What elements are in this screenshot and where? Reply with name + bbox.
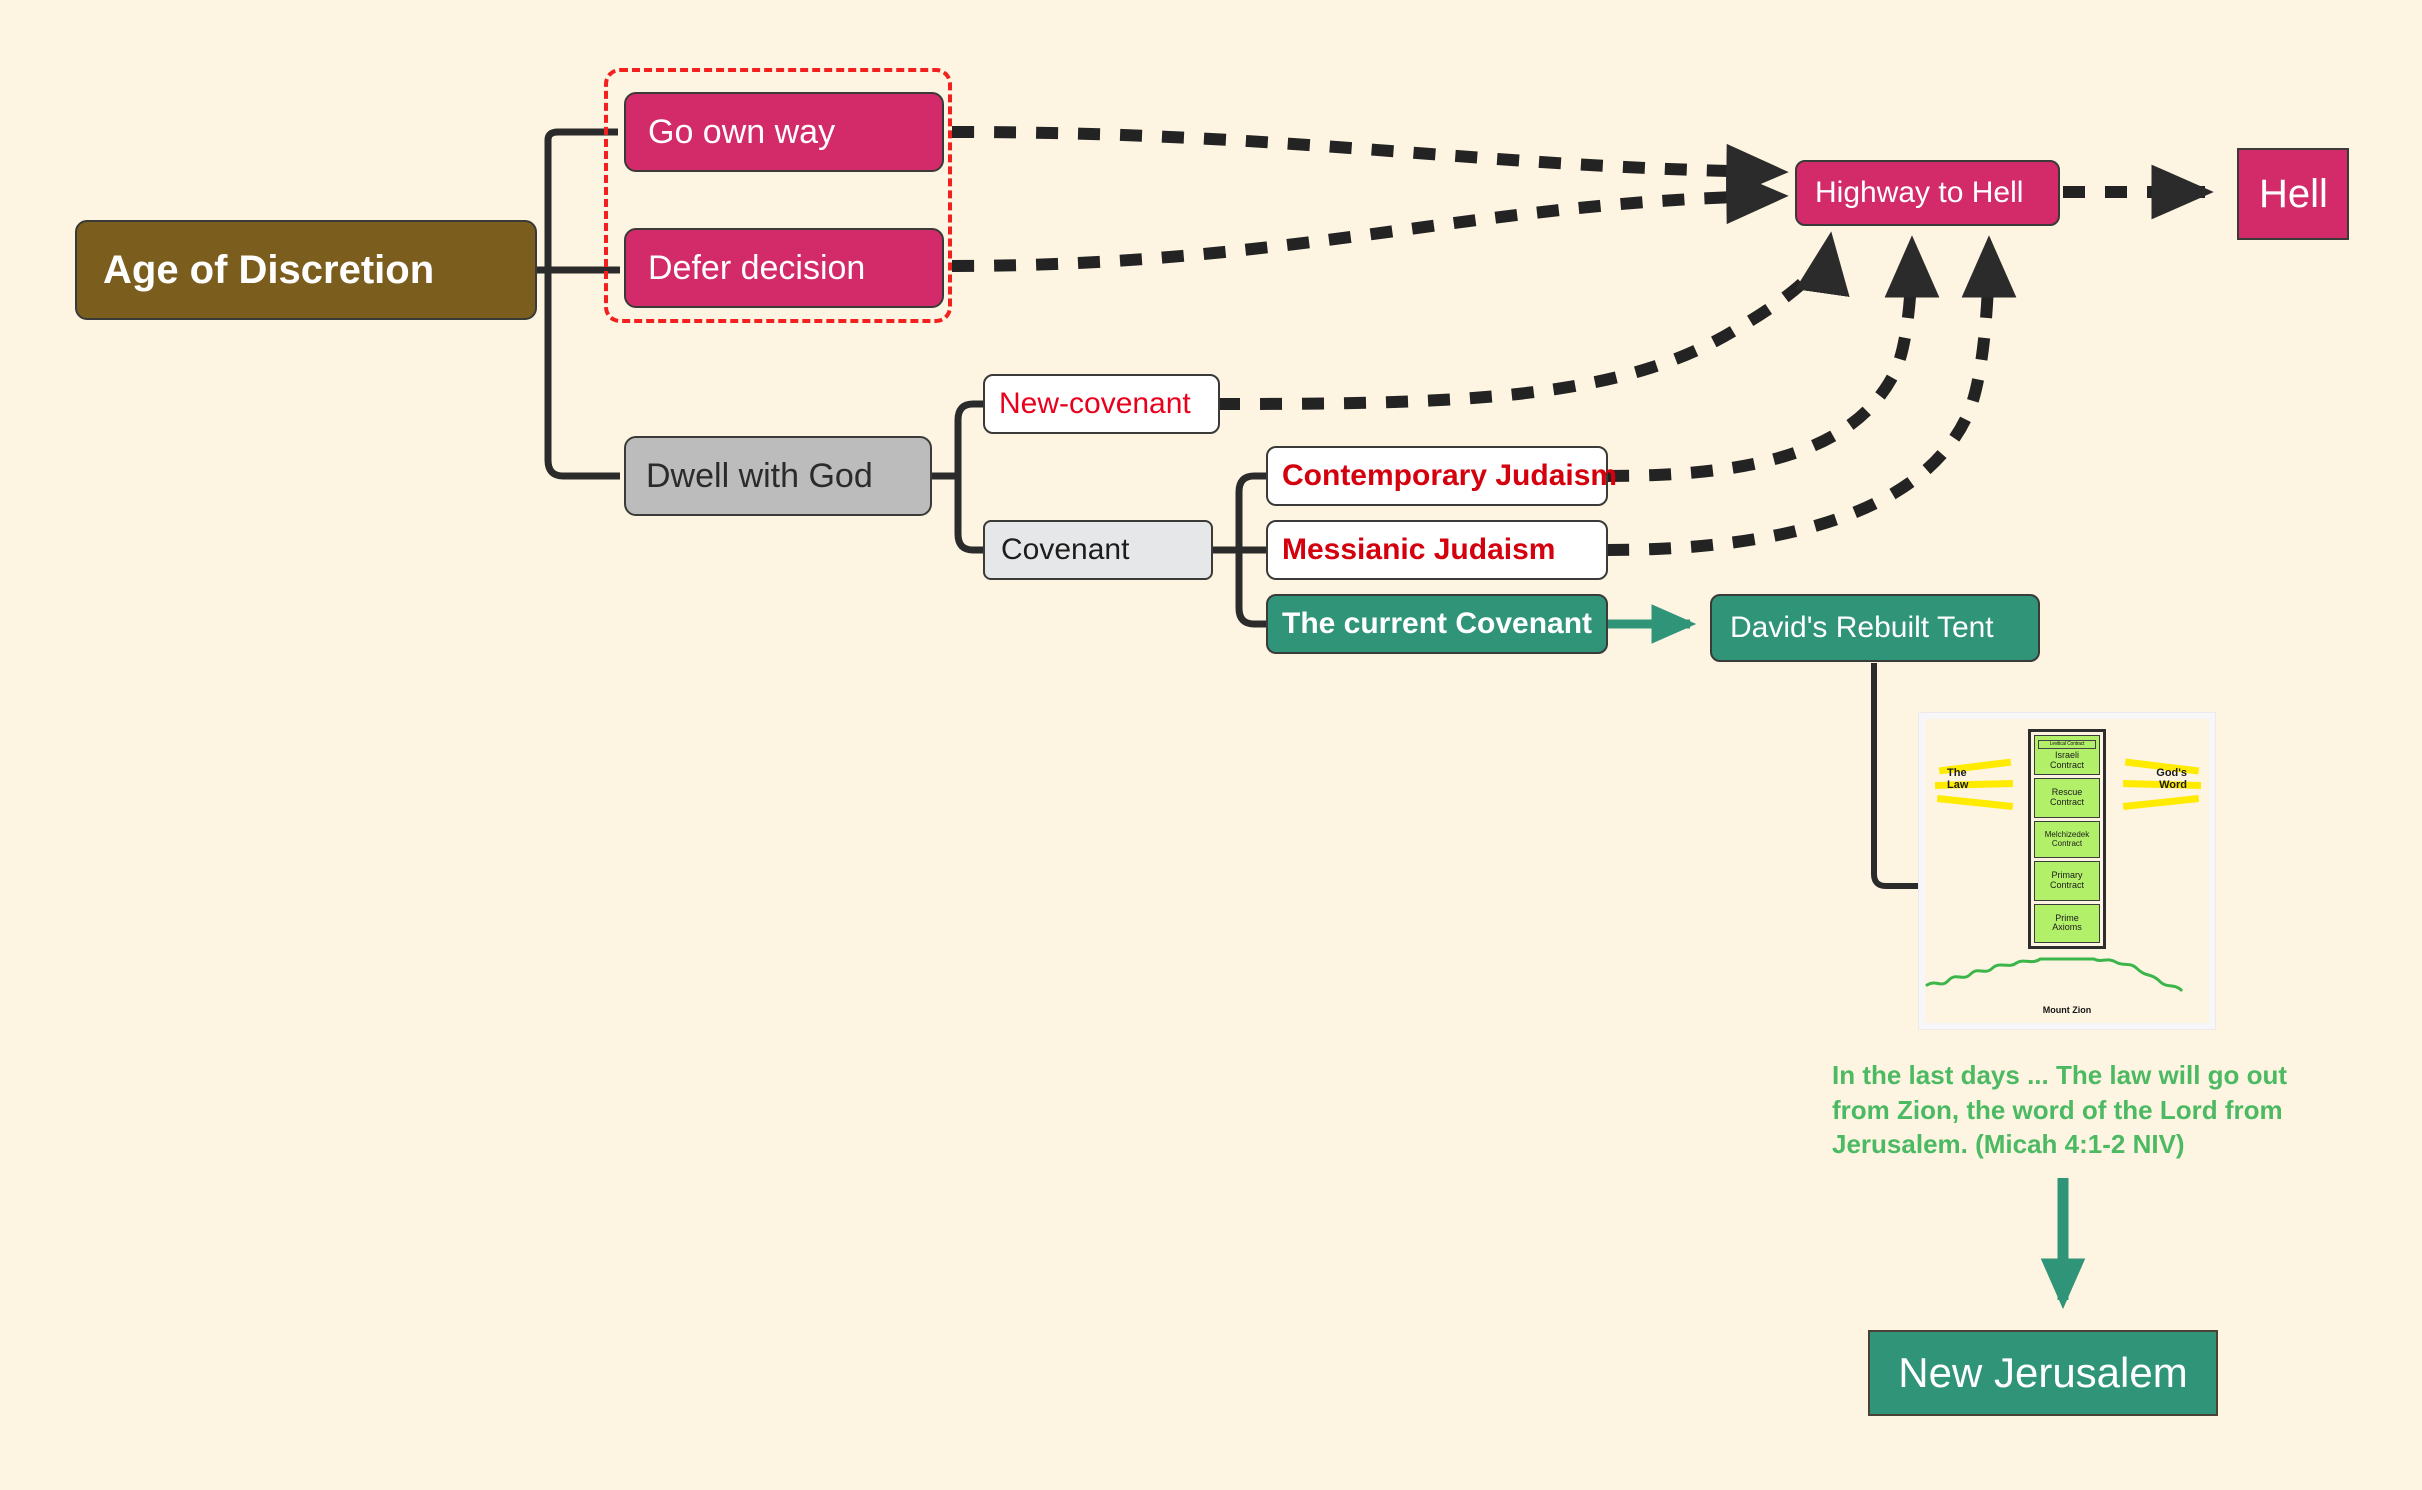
node-label: New Jerusalem	[1898, 1349, 2188, 1396]
cell-line-2: Contract	[2051, 838, 2083, 848]
edge-go-own-way-to-highway	[951, 126, 1789, 199]
mount-zion-figure: The Law God's Word Levitical Contract Is…	[1918, 712, 2216, 1030]
cell-line-1: Rescue	[2051, 787, 2083, 798]
node-label: New-covenant	[999, 387, 1191, 420]
ray-left-3	[1936, 795, 2014, 810]
hills-illustration	[1925, 957, 2183, 992]
edge-covenant-to-current-covenant	[1235, 550, 1268, 628]
label-gods-word: God's Word	[2156, 767, 2187, 792]
node-hell[interactable]: Hell	[2237, 148, 2349, 240]
node-label: Defer decision	[648, 248, 866, 287]
edge-covenant-to-contemporary	[1235, 472, 1268, 550]
edge-new-covenant-to-highway	[1217, 231, 1850, 410]
node-contemporary-judaism[interactable]: Contemporary Judaism	[1266, 446, 1618, 506]
node-label: Age of Discretion	[103, 247, 435, 292]
node-label: Highway to Hell	[1815, 176, 2024, 209]
node-go-own-way[interactable]: Go own way	[624, 92, 944, 172]
node-label: Dwell with God	[646, 456, 873, 495]
contract-stack: Levitical Contract Israeli Contract Resc…	[2028, 729, 2106, 949]
edge-dwell-to-new-covenant	[954, 400, 985, 476]
edge-messianic-judaism-to-highway	[1606, 235, 2017, 556]
node-messianic-judaism[interactable]: Messianic Judaism	[1266, 520, 1608, 580]
scripture-quote-micah: In the last days ... The law will go out…	[1832, 1060, 2288, 1160]
cell-line-1: Prime	[2055, 912, 2079, 923]
diagram-canvas: Age of Discretion Go own way Defer decis…	[0, 0, 2422, 1490]
label-line-1: God's	[2156, 767, 2187, 779]
node-label: Contemporary Judaism	[1282, 459, 1618, 492]
contract-cell-melchizedek: Melchizedek Contract	[2034, 820, 2100, 859]
cell-line-2: Contract	[2049, 797, 2084, 808]
node-defer-decision[interactable]: Defer decision	[624, 228, 944, 308]
node-dwell-with-god[interactable]: Dwell with God	[624, 436, 932, 516]
node-label: Messianic Judaism	[1282, 533, 1556, 566]
label-line-2: Word	[2159, 779, 2187, 792]
node-new-covenant[interactable]: New-covenant	[983, 374, 1220, 434]
label-the-law: The Law	[1947, 767, 1968, 792]
cell-line-2: Axioms	[2052, 922, 2082, 933]
label-line-2: Law	[1947, 779, 1969, 792]
figure-inner-panel: The Law God's Word Levitical Contract Is…	[1925, 719, 2209, 1023]
cell-line-2: Contract	[2049, 759, 2084, 770]
cell-line-1: Primary	[2051, 870, 2083, 881]
edge-defer-decision-to-highway	[951, 169, 1789, 272]
edge-dwell-to-covenant	[954, 476, 985, 554]
node-label: Go own way	[648, 112, 836, 151]
node-label: The current Covenant	[1282, 607, 1593, 640]
node-davids-rebuilt-tent[interactable]: David's Rebuilt Tent	[1710, 594, 2040, 662]
figure-caption-mount-zion: Mount Zion	[2042, 1005, 2092, 1015]
node-age-of-discretion[interactable]: Age of Discretion	[75, 220, 537, 320]
node-highway-to-hell[interactable]: Highway to Hell	[1795, 160, 2060, 226]
node-label: David's Rebuilt Tent	[1730, 611, 1994, 644]
contract-cell-prime-axioms: Prime Axioms	[2034, 903, 2100, 943]
cell-line-1: Israeli	[2054, 750, 2079, 760]
edge-contemporary-judaism-to-highway	[1606, 235, 1940, 482]
label-line-1: The	[1947, 767, 1967, 779]
edge-tent-to-mount-zion-figure	[1871, 663, 1920, 889]
node-covenant[interactable]: Covenant	[983, 520, 1213, 580]
levitical-contract-sublabel: Levitical Contract	[2038, 740, 2096, 749]
ray-right-3	[2122, 795, 2200, 810]
node-new-jerusalem[interactable]: New Jerusalem	[1868, 1330, 2218, 1416]
node-label: Covenant	[1001, 533, 1130, 566]
contract-cell-israeli: Levitical Contract Israeli Contract	[2034, 735, 2100, 776]
contract-cell-rescue: Rescue Contract	[2034, 778, 2100, 818]
node-the-current-covenant[interactable]: The current Covenant	[1266, 594, 1608, 654]
cell-line-2: Contract	[2049, 879, 2084, 890]
node-label: Hell	[2259, 171, 2328, 216]
contract-cell-primary: Primary Contract	[2034, 861, 2100, 901]
